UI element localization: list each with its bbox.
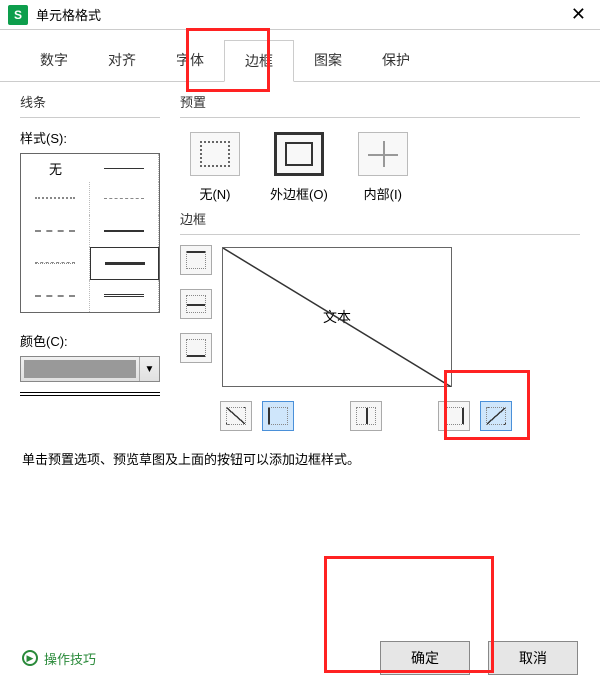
color-label: 颜色(C): (20, 331, 160, 350)
style-option[interactable] (90, 215, 159, 248)
titlebar: S 单元格格式 ✕ (0, 0, 600, 30)
style-option[interactable] (21, 182, 90, 215)
tab-bar: 数字 对齐 字体 边框 图案 保护 (0, 40, 600, 82)
tab-align[interactable]: 对齐 (88, 40, 156, 81)
tips-link[interactable]: ▶ 操作技巧 (22, 649, 96, 668)
preset-outline[interactable]: 外边框(O) (270, 132, 328, 203)
color-dropdown[interactable]: ▼ (20, 356, 160, 382)
style-option[interactable] (90, 154, 159, 182)
border-bottom-button[interactable] (180, 333, 212, 363)
style-option[interactable] (21, 215, 90, 248)
preset-inside[interactable]: 内部(I) (358, 132, 408, 203)
style-option[interactable] (90, 182, 159, 215)
preset-none-label: 无(N) (199, 187, 230, 202)
line-section-label: 线条 (20, 92, 160, 111)
play-icon: ▶ (22, 650, 38, 666)
border-diag-down-button[interactable] (480, 401, 512, 431)
divider (180, 117, 580, 118)
style-option[interactable] (21, 280, 90, 313)
style-option[interactable] (90, 247, 159, 280)
border-diag-up-button[interactable] (220, 401, 252, 431)
ok-button[interactable]: 确定 (380, 641, 470, 675)
border-top-button[interactable] (180, 245, 212, 275)
dialog-title: 单元格格式 (36, 5, 565, 24)
preset-none[interactable]: 无(N) (190, 132, 240, 203)
cancel-button[interactable]: 取消 (488, 641, 578, 675)
color-swatch (24, 360, 136, 378)
border-hmid-button[interactable] (180, 289, 212, 319)
close-icon[interactable]: ✕ (565, 4, 592, 25)
preset-inside-label: 内部(I) (364, 187, 402, 202)
style-none[interactable]: 无 (21, 154, 90, 182)
hint-text: 单击预置选项、预览草图及上面的按钮可以添加边框样式。 (22, 449, 600, 468)
style-option[interactable] (90, 280, 159, 313)
border-section-label: 边框 (180, 209, 580, 228)
tab-border[interactable]: 边框 (224, 40, 294, 82)
border-preview[interactable]: 文本 (222, 247, 452, 387)
line-style-picker[interactable]: 无 (20, 153, 160, 313)
tips-label: 操作技巧 (44, 649, 96, 668)
border-vmid-button[interactable] (350, 401, 382, 431)
divider (20, 117, 160, 118)
preset-section-label: 预置 (180, 92, 580, 111)
border-left-button[interactable] (262, 401, 294, 431)
tab-number[interactable]: 数字 (20, 40, 88, 81)
divider (20, 392, 160, 396)
tab-protect[interactable]: 保护 (362, 40, 430, 81)
preset-outline-label: 外边框(O) (270, 187, 328, 202)
divider (180, 234, 580, 235)
border-right-button[interactable] (438, 401, 470, 431)
chevron-down-icon: ▼ (139, 357, 159, 381)
tab-font[interactable]: 字体 (156, 40, 224, 81)
style-label: 样式(S): (20, 128, 160, 147)
style-option[interactable] (21, 247, 90, 280)
tab-pattern[interactable]: 图案 (294, 40, 362, 81)
app-icon: S (8, 5, 28, 25)
